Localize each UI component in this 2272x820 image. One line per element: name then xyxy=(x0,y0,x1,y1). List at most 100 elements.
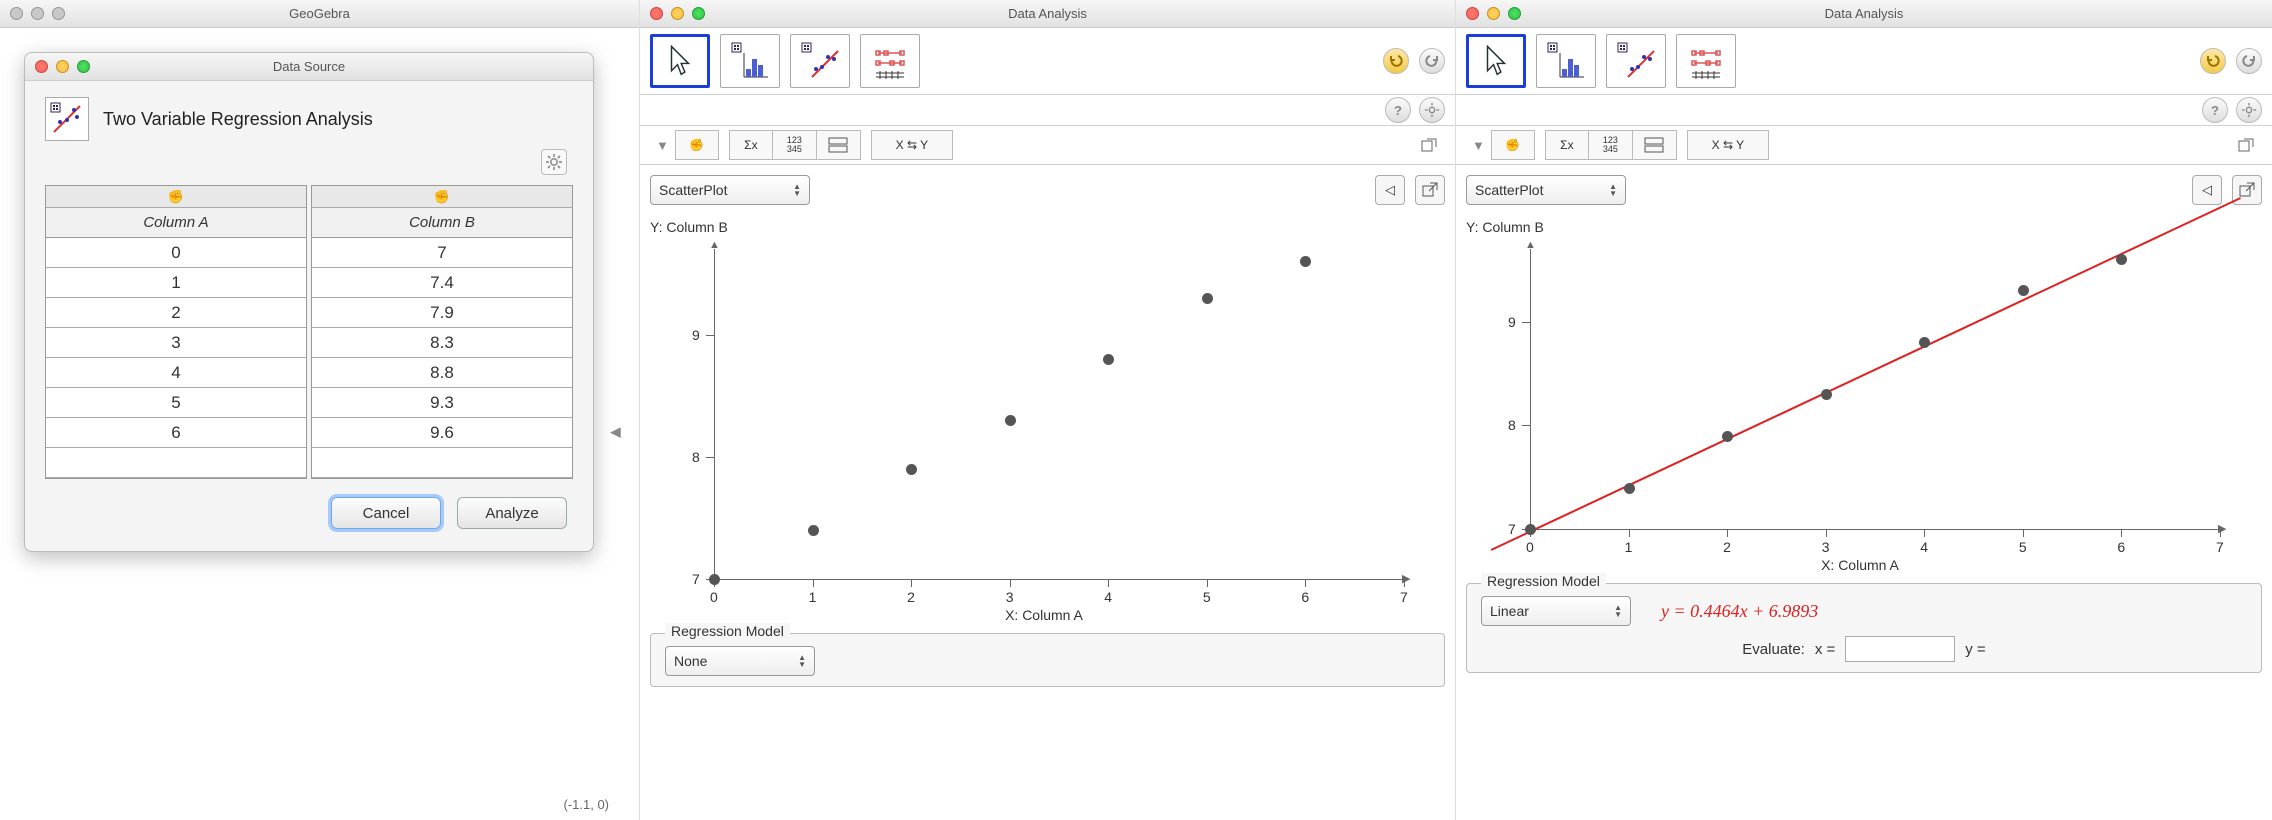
table-cell[interactable]: 9.3 xyxy=(312,388,572,418)
histogram-icon xyxy=(1546,41,1586,81)
traffic-min-icon[interactable] xyxy=(56,60,69,73)
back-view-button[interactable]: ◁ xyxy=(1375,175,1405,205)
redo-button[interactable] xyxy=(2236,48,2262,74)
regression-icon xyxy=(800,41,840,81)
popout-button[interactable] xyxy=(2232,175,2262,205)
sigma-button[interactable]: Σx xyxy=(729,130,773,160)
redo-button[interactable] xyxy=(1419,48,1445,74)
table-cell[interactable]: 3 xyxy=(46,328,306,358)
dropdown-icon[interactable]: ▼ xyxy=(1466,138,1491,153)
undo-button[interactable] xyxy=(1383,48,1409,74)
undo-button[interactable] xyxy=(2200,48,2226,74)
col-b-header: Column B xyxy=(312,208,572,238)
y-axis-label: Y: Column B xyxy=(650,219,1445,235)
multivariable-tool[interactable] xyxy=(1676,34,1736,88)
multivariable-tool[interactable] xyxy=(860,34,920,88)
detach-icon xyxy=(2238,138,2254,152)
grab-handle-icon[interactable]: ✊ xyxy=(46,186,306,208)
regression-formula: y = 0.4464x + 6.9893 xyxy=(1661,601,1818,622)
detach-button[interactable] xyxy=(2230,130,2262,160)
model-label: None xyxy=(674,653,707,669)
table-cell[interactable]: 6 xyxy=(46,418,306,448)
regression-icon xyxy=(45,97,89,141)
hand-tool[interactable]: ✊ xyxy=(1491,130,1535,160)
pointer-tool[interactable] xyxy=(1466,34,1526,88)
table-cell[interactable]: 2 xyxy=(46,298,306,328)
settings-button[interactable] xyxy=(1419,97,1445,123)
sigma-button[interactable]: Σx xyxy=(1545,130,1589,160)
pointer-tool[interactable] xyxy=(650,34,710,88)
data-icon: 123345 xyxy=(1603,136,1618,154)
multivariable-icon xyxy=(1686,41,1726,81)
table-cell[interactable]: 7.4 xyxy=(312,268,572,298)
gear-button[interactable] xyxy=(541,149,567,175)
y-equals-label: y = xyxy=(1965,641,1985,658)
table-cell[interactable]: 1 xyxy=(46,268,306,298)
undo-icon xyxy=(2205,53,2221,69)
model-dropdown[interactable]: None ▲▼ xyxy=(665,646,815,676)
model-label: Linear xyxy=(1490,603,1529,619)
table-cell[interactable]: 7 xyxy=(312,238,572,268)
traffic-min-icon[interactable] xyxy=(671,7,684,20)
table-cell[interactable]: 7.9 xyxy=(312,298,572,328)
traffic-zoom-icon[interactable] xyxy=(52,7,65,20)
traffic-min-icon[interactable] xyxy=(1487,7,1500,20)
popout-button[interactable] xyxy=(1415,175,1445,205)
split-button[interactable] xyxy=(817,130,861,160)
traffic-zoom-icon[interactable] xyxy=(1508,7,1521,20)
data-button[interactable]: 123345 xyxy=(1589,130,1633,160)
plot-type-dropdown[interactable]: ScatterPlot ▲▼ xyxy=(1466,175,1626,205)
dropdown-icon[interactable]: ▼ xyxy=(650,138,675,153)
gear-icon xyxy=(1424,102,1440,118)
data-analysis-window-none: Data Analysis xyxy=(640,0,1456,820)
traffic-zoom-icon[interactable] xyxy=(77,60,90,73)
analysis-type-title: Two Variable Regression Analysis xyxy=(103,109,373,130)
help-icon: ? xyxy=(2211,103,2219,118)
settings-button[interactable] xyxy=(2236,97,2262,123)
table-cell[interactable]: 0 xyxy=(46,238,306,268)
data-icon: 123345 xyxy=(787,136,802,154)
split-button[interactable] xyxy=(1633,130,1677,160)
plot-type-dropdown[interactable]: ScatterPlot ▲▼ xyxy=(650,175,810,205)
traffic-min-icon[interactable] xyxy=(31,7,44,20)
help-button[interactable]: ? xyxy=(2202,97,2228,123)
plot-type-label: ScatterPlot xyxy=(659,182,727,198)
hand-icon: ✊ xyxy=(1505,138,1520,152)
swap-axes-button[interactable]: X ⇆ Y xyxy=(1687,130,1769,160)
x-equals-label: x = xyxy=(1815,641,1835,658)
geogebra-window: GeoGebra Data Source xyxy=(0,0,640,820)
scatter-plot[interactable]: ▲▶01234567789X: Column A xyxy=(664,239,1424,619)
cursor-icon xyxy=(666,44,694,78)
back-view-button[interactable]: ◁ xyxy=(2192,175,2222,205)
histogram-tool[interactable] xyxy=(720,34,780,88)
data-button[interactable]: 123345 xyxy=(773,130,817,160)
table-cell[interactable] xyxy=(46,448,306,478)
panel-collapse-icon[interactable]: ▶ xyxy=(610,425,621,442)
table-cell[interactable]: 5 xyxy=(46,388,306,418)
traffic-close-icon[interactable] xyxy=(10,7,23,20)
table-cell[interactable]: 4 xyxy=(46,358,306,388)
detach-button[interactable] xyxy=(1413,130,1445,160)
analyze-button[interactable]: Analyze xyxy=(457,497,567,529)
traffic-close-icon[interactable] xyxy=(1466,7,1479,20)
evaluate-x-input[interactable] xyxy=(1845,636,1955,662)
hand-tool[interactable]: ✊ xyxy=(675,130,719,160)
help-button[interactable]: ? xyxy=(1385,97,1411,123)
table-cell[interactable]: 8.3 xyxy=(312,328,572,358)
model-dropdown[interactable]: Linear ▲▼ xyxy=(1481,596,1631,626)
data-analysis-window-linear: Data Analysis ? ▼ ✊ Σx 123345 X ⇆ Y xyxy=(1456,0,2272,820)
table-cell[interactable] xyxy=(312,448,572,478)
table-cell[interactable]: 9.6 xyxy=(312,418,572,448)
traffic-zoom-icon[interactable] xyxy=(692,7,705,20)
regression-tool[interactable] xyxy=(790,34,850,88)
grab-handle-icon[interactable]: ✊ xyxy=(312,186,572,208)
histogram-tool[interactable] xyxy=(1536,34,1596,88)
regression-tool[interactable] xyxy=(1606,34,1666,88)
gear-icon xyxy=(545,153,563,171)
swap-axes-button[interactable]: X ⇆ Y xyxy=(871,130,953,160)
cancel-button[interactable]: Cancel xyxy=(331,497,441,529)
traffic-close-icon[interactable] xyxy=(35,60,48,73)
traffic-close-icon[interactable] xyxy=(650,7,663,20)
table-cell[interactable]: 8.8 xyxy=(312,358,572,388)
scatter-plot-with-regression[interactable]: ▲▶01234567789X: Column A xyxy=(1480,239,2240,569)
